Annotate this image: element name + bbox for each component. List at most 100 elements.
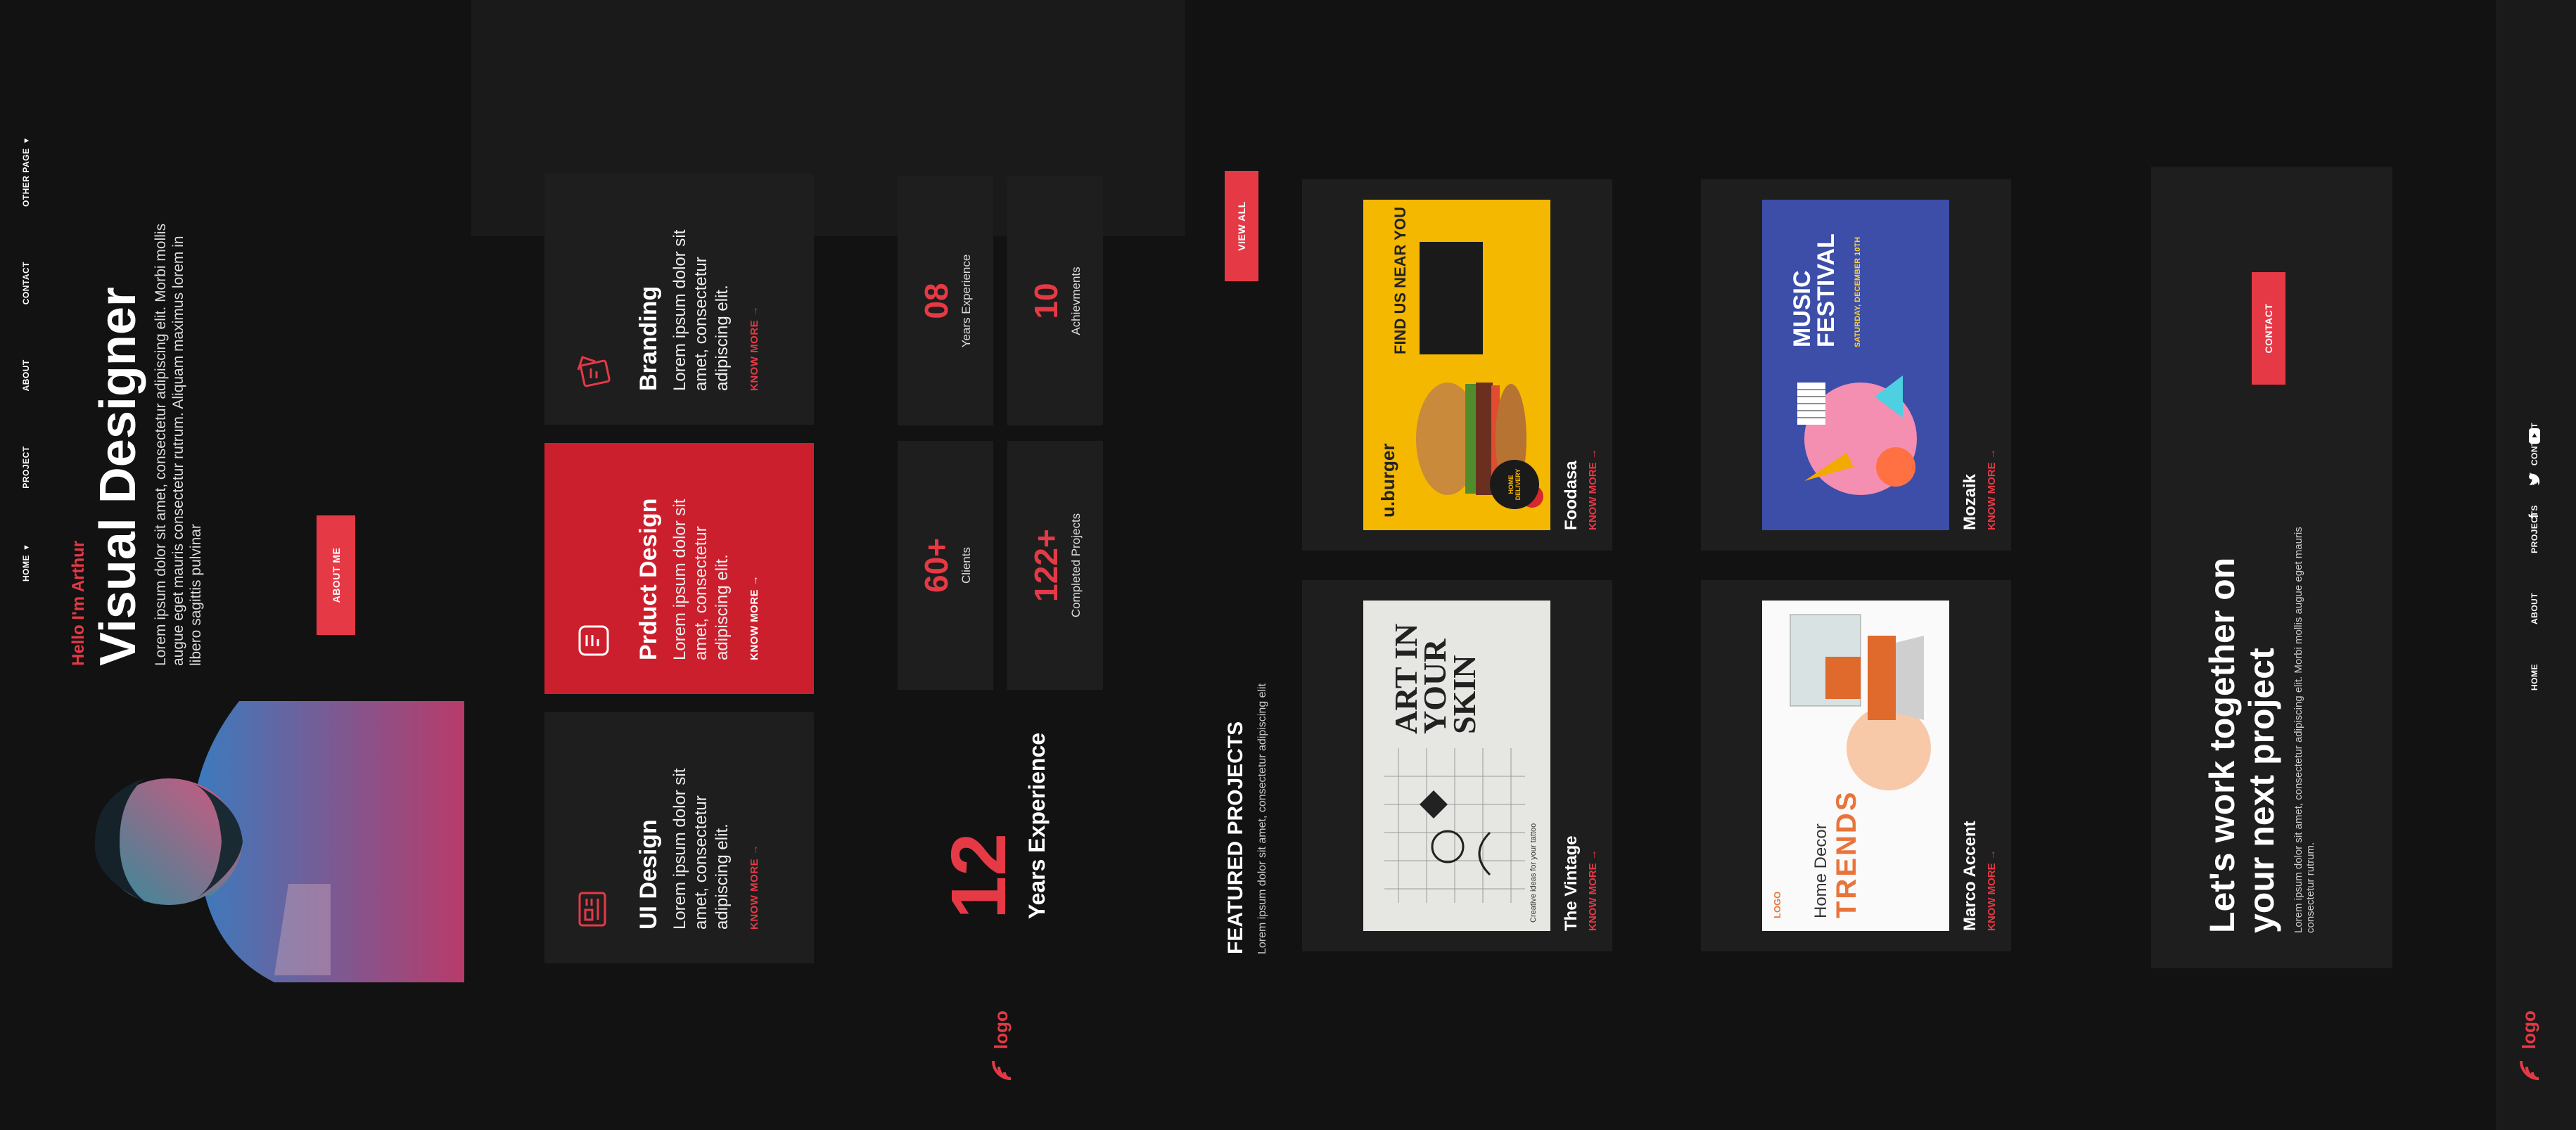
festival-graphic <box>1797 375 1917 495</box>
project-info: Foodasa KNOW MORE → <box>1562 449 1599 530</box>
tattoo-grid-graphic <box>1384 748 1525 903</box>
cta-section: Let's work together on your next project… <box>2151 167 2392 968</box>
facebook-icon[interactable]: f <box>2527 514 2542 518</box>
nav-contact[interactable]: CONTACT <box>21 262 31 304</box>
logo-icon <box>991 1060 1011 1080</box>
thumb-burger-panel <box>1420 242 1483 354</box>
arrow-right-icon: → <box>1587 449 1599 460</box>
service-know-more-link[interactable]: KNOW MORE → <box>748 746 760 930</box>
view-all-button[interactable]: VIEW ALL <box>1225 171 1258 281</box>
stat-label: Clients <box>959 547 973 584</box>
person-illustration <box>94 701 464 982</box>
main-nav: HOME▼ PROJECT ABOUT CONTACT OTHER PAGE▼ <box>21 136 31 582</box>
service-card-branding[interactable]: Branding Lorem ipsum dolor sit amet, con… <box>544 174 814 425</box>
service-know-more-link[interactable]: KNOW MORE → <box>748 477 760 660</box>
arrow-right-icon: → <box>748 844 760 856</box>
thumb-burger-brand: u.burger <box>1377 443 1398 518</box>
ui-design-icon <box>578 892 606 927</box>
footer: logo HOME ABOUT PROJECTS CONTACT f <box>2496 0 2576 1130</box>
about-me-button[interactable]: ABOUT ME <box>317 515 355 635</box>
thumb-art-title: ART IN YOUR SKIN <box>1388 623 1482 734</box>
project-card-foodasa[interactable]: u.burger FIND US NEAR YOU HOME DELIVERY … <box>1302 179 1612 551</box>
arrow-right-icon: → <box>748 305 760 317</box>
logo[interactable]: logo <box>990 1010 1012 1081</box>
arrow-right-icon: → <box>748 574 760 586</box>
project-title: Foodasa <box>1562 461 1581 530</box>
logo-text: logo <box>2518 1010 2539 1049</box>
project-thumbnail: MUSIC FESTIVAL SATURDAY, DECEMBER 10TH <box>1762 200 1949 530</box>
hero-description: Lorem ipsum dolor sit amet, consectetur … <box>153 223 205 666</box>
logo-icon <box>2519 1060 2539 1080</box>
cta-title: Let's work together on your next project <box>2202 557 2281 933</box>
chevron-down-icon: ▼ <box>23 136 31 145</box>
nav-about[interactable]: ABOUT <box>21 359 31 391</box>
project-thumbnail: ART IN YOUR SKIN Creative ideas for your… <box>1363 601 1550 931</box>
thumb-festival-date: SATURDAY, DECEMBER 10TH <box>1854 236 1862 347</box>
stat-card: 122+ Completed Projects <box>1007 441 1103 690</box>
youtube-icon[interactable] <box>2528 428 2540 444</box>
thumb-burger-heading: FIND US NEAR YOU <box>1391 207 1409 354</box>
landing-page: logo HOME▼ PROJECT ABOUT CONTACT OTHER P… <box>0 0 2576 1130</box>
arrow-right-icon: → <box>1587 849 1599 861</box>
service-title: Branding <box>635 285 662 391</box>
projects-title: FEATURED PROJECTS <box>1224 721 1247 954</box>
stat-number: 08 <box>918 283 955 319</box>
contact-button[interactable]: CONTACT <box>2252 272 2285 385</box>
decor-room-graphic <box>1790 614 1931 790</box>
project-info: Mozaik KNOW MORE → <box>1960 449 1998 530</box>
stat-card: 10 Achievments <box>1007 176 1103 425</box>
nav-home[interactable]: HOME▼ <box>21 544 31 582</box>
service-title: UI Design <box>635 819 662 930</box>
arrow-right-icon: → <box>1986 849 1998 861</box>
nav-project[interactable]: PROJECT <box>21 446 31 488</box>
service-description: Lorem ipsum dolor sit amet, consectetur … <box>670 768 732 930</box>
twitter-icon[interactable] <box>2528 472 2541 486</box>
service-card-product-design[interactable]: Prduct Design Lorem ipsum dolor sit amet… <box>544 443 814 694</box>
hero-greeting: Hello I'm Arthur <box>69 540 88 666</box>
project-card-the-vintage[interactable]: ART IN YOUR SKIN Creative ideas for your… <box>1302 580 1612 951</box>
project-title: Marco Accent <box>1960 821 1979 932</box>
hero-title: Visual Designer <box>90 287 146 666</box>
project-know-more-link[interactable]: KNOW MORE → <box>1587 449 1599 530</box>
project-info: The Vintage KNOW MORE → <box>1562 835 1599 931</box>
portrait-image <box>63 701 464 982</box>
nav-other-page[interactable]: OTHER PAGE▼ <box>21 136 31 207</box>
project-card-marco-accent[interactable]: LOGO Home Decor TRENDS Marco Accent KNOW… <box>1701 580 2011 951</box>
stat-card: 60+ Clients <box>898 441 993 690</box>
stat-number: 122+ <box>1028 529 1064 602</box>
project-know-more-link[interactable]: KNOW MORE → <box>1986 449 1998 530</box>
thumb-decor-logo: LOGO <box>1772 891 1783 918</box>
project-info: Marco Accent KNOW MORE → <box>1960 821 1998 932</box>
footer-nav-about[interactable]: ABOUT <box>2530 593 2539 624</box>
project-know-more-link[interactable]: KNOW MORE → <box>1986 821 1998 931</box>
service-title: Prduct Design <box>635 498 662 660</box>
project-know-more-link[interactable]: KNOW MORE → <box>1587 835 1599 931</box>
service-description: Lorem ipsum dolor sit amet, consectetur … <box>670 229 732 391</box>
thumb-festival-title: MUSIC FESTIVAL <box>1789 233 1839 347</box>
chevron-down-icon: ▼ <box>23 543 31 551</box>
project-thumbnail: u.burger FIND US NEAR YOU HOME DELIVERY <box>1363 200 1550 530</box>
stat-label: Years Experience <box>959 254 973 348</box>
thumb-decor-text: Home Decor TRENDS <box>1811 790 1862 918</box>
projects-description: Lorem ipsum dolor sit amet, consectetur … <box>1256 683 1268 954</box>
thumb-burger-badge: HOME DELIVERY <box>1490 460 1539 509</box>
thumb-art-footer: Creative ideas for your tattoo <box>1529 823 1538 923</box>
project-card-mozaik[interactable]: MUSIC FESTIVAL SATURDAY, DECEMBER 10TH M… <box>1701 179 2011 551</box>
stat-number: 10 <box>1028 283 1064 319</box>
service-card-ui-design[interactable]: UI Design Lorem ipsum dolor sit amet, co… <box>544 712 814 963</box>
project-title: The Vintage <box>1562 835 1581 931</box>
experience-block: 12 Years Experience <box>936 708 1050 919</box>
projects-header: FEATURED PROJECTS Lorem ipsum dolor sit … <box>1224 462 1269 954</box>
stat-label: Achievments <box>1069 267 1083 335</box>
product-design-icon <box>578 625 609 656</box>
stat-label: Completed Projects <box>1069 513 1083 618</box>
project-thumbnail: LOGO Home Decor TRENDS <box>1762 601 1949 931</box>
cta-description: Lorem ipsum dolor sit amet, consectetur … <box>2293 527 2316 933</box>
service-know-more-link[interactable]: KNOW MORE → <box>748 207 760 391</box>
experience-label: Years Experience <box>1024 732 1050 919</box>
footer-logo[interactable]: logo <box>2518 1010 2540 1081</box>
arrow-right-icon: → <box>1986 449 1998 460</box>
service-description: Lorem ipsum dolor sit amet, consectetur … <box>670 499 732 660</box>
footer-nav-home[interactable]: HOME <box>2530 664 2539 691</box>
social-links: f <box>2527 428 2542 518</box>
